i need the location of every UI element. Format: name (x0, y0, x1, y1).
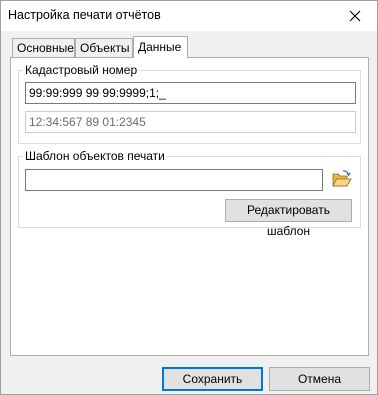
cancel-button-label: Отмена (297, 372, 342, 386)
save-button-label: Сохранить (182, 372, 243, 386)
cancel-button[interactable]: Отмена (269, 367, 370, 391)
active-tab-joint (134, 57, 187, 59)
cadastral-mask-input[interactable]: 99:99:999 99 99:9999;1;_ (25, 82, 356, 104)
tab-osnovnye[interactable]: Основные (12, 38, 75, 57)
edit-template-button[interactable]: Редактировать шаблон (225, 199, 352, 238)
edit-template-button-label: Редактировать шаблон (247, 203, 330, 238)
tab-panel-data: Кадастровый номер 99:99:999 99 99:9999;1… (10, 57, 369, 356)
close-button[interactable] (333, 1, 377, 31)
title-bar: Настройка печати отчётов (1, 1, 377, 31)
window-title: Настройка печати отчётов (8, 8, 161, 22)
tab-label: Основные (17, 41, 74, 55)
dialog-window: Настройка печати отчётов Основные Объект… (0, 0, 378, 395)
tab-dannye[interactable]: Данные (133, 36, 188, 58)
tab-label: Объекты (80, 41, 130, 55)
cadastral-number-group: Кадастровый номер 99:99:999 99 99:9999;1… (18, 63, 361, 144)
cadastral-number-label: Кадастровый номер (23, 63, 140, 77)
template-path-input[interactable] (25, 169, 323, 191)
print-template-label: Шаблон объектов печати (23, 149, 167, 163)
print-template-group: Шаблон объектов печати Редактировать шаб… (18, 149, 361, 238)
tab-obekty[interactable]: Объекты (75, 38, 133, 57)
open-folder-icon[interactable] (332, 170, 352, 188)
close-icon (349, 10, 361, 22)
cadastral-preview-field: 12:34:567 89 01:2345 (25, 111, 356, 133)
save-button[interactable]: Сохранить (162, 367, 263, 391)
tab-label: Данные (138, 40, 182, 54)
